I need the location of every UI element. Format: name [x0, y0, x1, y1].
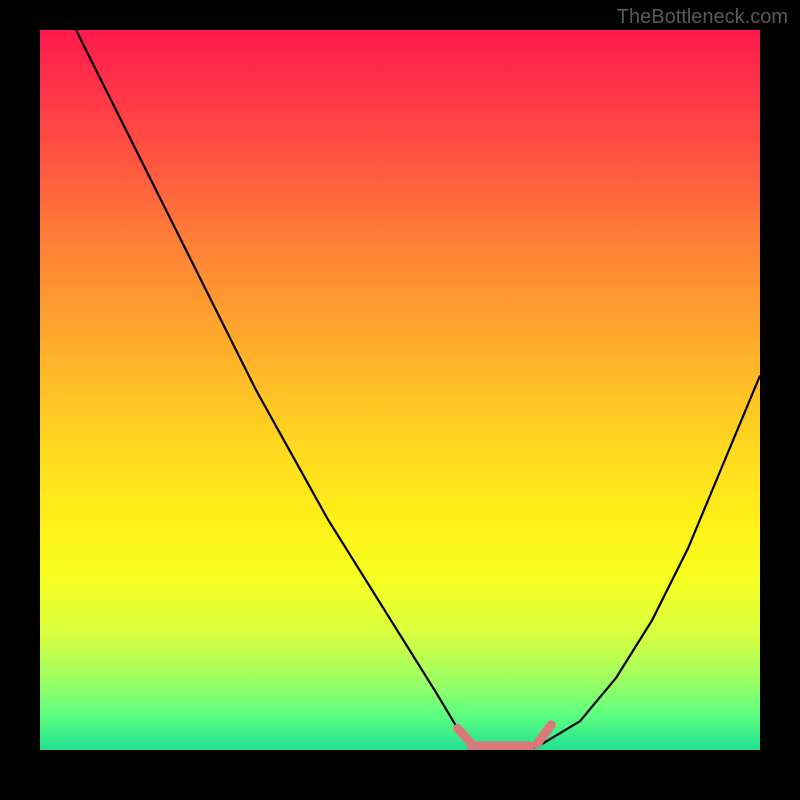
curve-svg [40, 30, 760, 750]
watermark-text: TheBottleneck.com [617, 6, 788, 29]
bottleneck-curve-path [76, 30, 760, 750]
plot-area [40, 30, 760, 750]
highlight-left-tick [458, 728, 472, 744]
highlight-right-tick [537, 725, 551, 744]
